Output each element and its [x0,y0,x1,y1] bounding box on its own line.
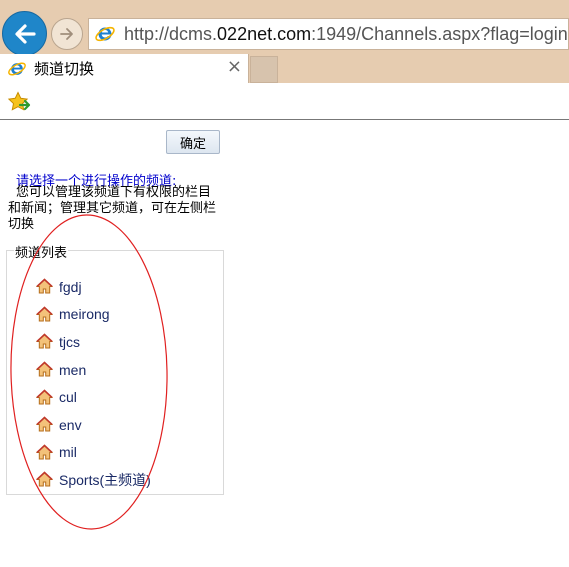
home-icon [36,278,53,294]
home-icon [36,361,53,377]
home-icon [36,444,53,460]
channel-item-cul[interactable]: cul [36,383,151,411]
forward-arrow-icon [60,28,73,40]
home-icon [36,471,53,487]
home-icon [36,389,53,405]
confirm-button[interactable]: 确定 [166,130,220,154]
address-bar[interactable]: http://dcms.022net.com:1949/Channels.asp… [88,18,569,50]
add-favorite-star-icon[interactable] [7,91,31,113]
channel-item-meirong[interactable]: meirong [36,301,151,329]
ie-logo-icon [95,26,115,42]
tab-bar: 频道切换 × [0,54,569,83]
home-icon [36,333,53,349]
home-icon [36,306,53,322]
ie-logo-icon [8,62,26,75]
browser-toolbar: http://dcms.022net.com:1949/Channels.asp… [0,0,569,56]
new-tab-button[interactable] [250,56,278,83]
tab-close-icon[interactable]: × [227,57,242,77]
tab-channel-switch[interactable]: 频道切换 × [0,54,249,83]
channel-item-men[interactable]: men [36,356,151,384]
back-arrow-icon [14,23,36,44]
channel-list: fgdj meirong tjcs men cul env mil Sports… [36,273,151,494]
channel-item-env[interactable]: env [36,411,151,439]
url-text: http://dcms.022net.com:1949/Channels.asp… [124,23,568,44]
channel-item-sports[interactable]: Sports(主频道) [36,466,151,494]
home-icon [36,416,53,432]
permission-description: 您可以管理该频道下有权限的栏目和新闻；管理其它频道，可在左侧栏切换 [8,185,217,232]
channel-list-legend: 频道列表 [14,242,69,261]
channel-item-mil[interactable]: mil [36,439,151,467]
forward-button[interactable] [51,18,83,50]
tab-title: 频道切换 [34,60,95,78]
channel-item-tjcs[interactable]: tjcs [36,328,151,356]
favorites-bar [0,83,569,120]
channel-item-fgdj[interactable]: fgdj [36,273,151,301]
back-button[interactable] [2,11,47,56]
